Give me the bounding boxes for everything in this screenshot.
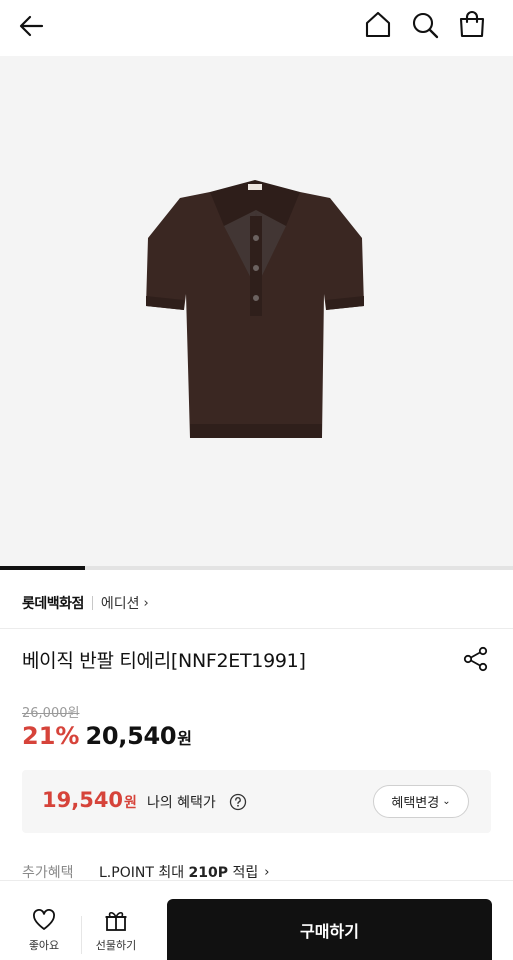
top-app-bar [0, 0, 513, 56]
benefit-price-value: 19,540 [42, 788, 124, 812]
discount-rate: 21% [22, 722, 80, 750]
heart-icon [33, 909, 55, 930]
shopping-bag-icon[interactable] [456, 9, 488, 41]
change-benefit-button[interactable]: 혜택변경 ⌄ [373, 785, 469, 818]
chevron-right-icon: › [143, 595, 149, 611]
gallery-progress-bar [0, 566, 513, 570]
gift-icon [105, 911, 127, 931]
brand-name: 에디션 [100, 596, 140, 612]
gift-label: 선물하기 [95, 939, 137, 952]
brand-link[interactable]: 에디션 › [101, 593, 149, 613]
product-image-gallery[interactable] [0, 56, 513, 566]
like-label: 좋아요 [28, 939, 60, 952]
brand-divider [91, 596, 93, 610]
price-row: 21% 20,540 원 [22, 722, 192, 754]
buy-button[interactable]: 구매하기 [167, 899, 492, 960]
product-image [146, 180, 364, 438]
gallery-progress-fill [0, 566, 85, 570]
my-benefit-price: 19,540 원 나의 혜택가 [42, 788, 216, 812]
benefit-label: 나의 혜택가 [146, 795, 216, 811]
extra-benefit-label: 추가혜택 [22, 865, 74, 881]
product-title: 베이직 반팔 티에리[NNF2ET1991] [22, 650, 306, 672]
benefit-currency: 원 [124, 795, 137, 811]
extra-benefit-row[interactable]: 추가혜택 L.POINT 최대 210P 적립 › [22, 862, 269, 882]
divider [0, 628, 513, 629]
change-benefit-label: 혜택변경 [391, 796, 440, 811]
search-icon[interactable] [409, 9, 441, 41]
my-benefit-box: 19,540 원 나의 혜택가 혜택변경 ⌄ [22, 770, 491, 833]
lpoint-suffix: 적립 [228, 865, 259, 881]
original-price: 26,000원 [22, 706, 80, 721]
question-circle-icon[interactable] [229, 793, 247, 811]
share-icon[interactable] [462, 645, 490, 673]
currency-unit: 원 [177, 729, 193, 748]
brand-row: 롯데백화점 에디션 › [22, 592, 149, 614]
lpoint-text: L.POINT 최대 [99, 865, 189, 881]
lpoint-amount: 210P [188, 865, 229, 881]
chevron-down-icon: ⌄ [442, 796, 451, 807]
chevron-right-icon: › [264, 864, 270, 880]
back-arrow-icon[interactable] [16, 10, 48, 42]
bottom-divider [81, 916, 82, 954]
sale-price: 20,540 [85, 722, 177, 750]
home-icon[interactable] [362, 9, 394, 41]
gift-button[interactable]: 선물하기 [86, 909, 146, 953]
like-button[interactable]: 좋아요 [14, 909, 74, 953]
bottom-action-bar: 좋아요 선물하기 구매하기 [0, 880, 513, 960]
store-name: 롯데백화점 [22, 596, 84, 612]
extra-benefit-value: L.POINT 최대 210P 적립 [99, 862, 258, 882]
